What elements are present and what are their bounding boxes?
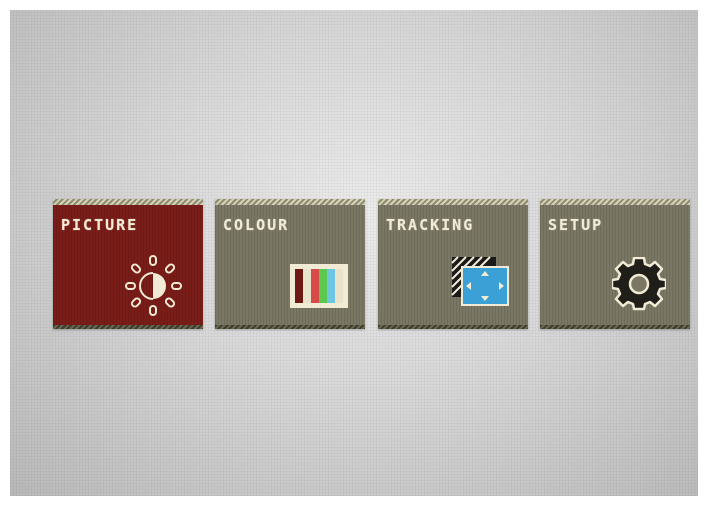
- position-arrows-icon: [451, 256, 509, 306]
- menu-item-label: PICTURE: [61, 216, 139, 234]
- color-bars-icon: [290, 264, 348, 308]
- brightness-icon: [125, 255, 182, 316]
- menu-item-colour[interactable]: COLOUR: [215, 199, 365, 329]
- menu-item-setup[interactable]: SETUP: [540, 199, 690, 329]
- gear-icon: [612, 257, 666, 311]
- menu-item-tracking[interactable]: TRACKING: [378, 199, 528, 329]
- monitor-screen: PICTURE COLOUR TRACKING SETUP: [10, 10, 698, 496]
- osd-main-menu: PICTURE COLOUR TRACKING SETUP: [53, 199, 690, 329]
- menu-item-label: COLOUR: [223, 216, 290, 234]
- menu-item-label: TRACKING: [386, 216, 475, 234]
- menu-item-picture[interactable]: PICTURE: [53, 199, 203, 329]
- menu-item-label: SETUP: [548, 216, 604, 234]
